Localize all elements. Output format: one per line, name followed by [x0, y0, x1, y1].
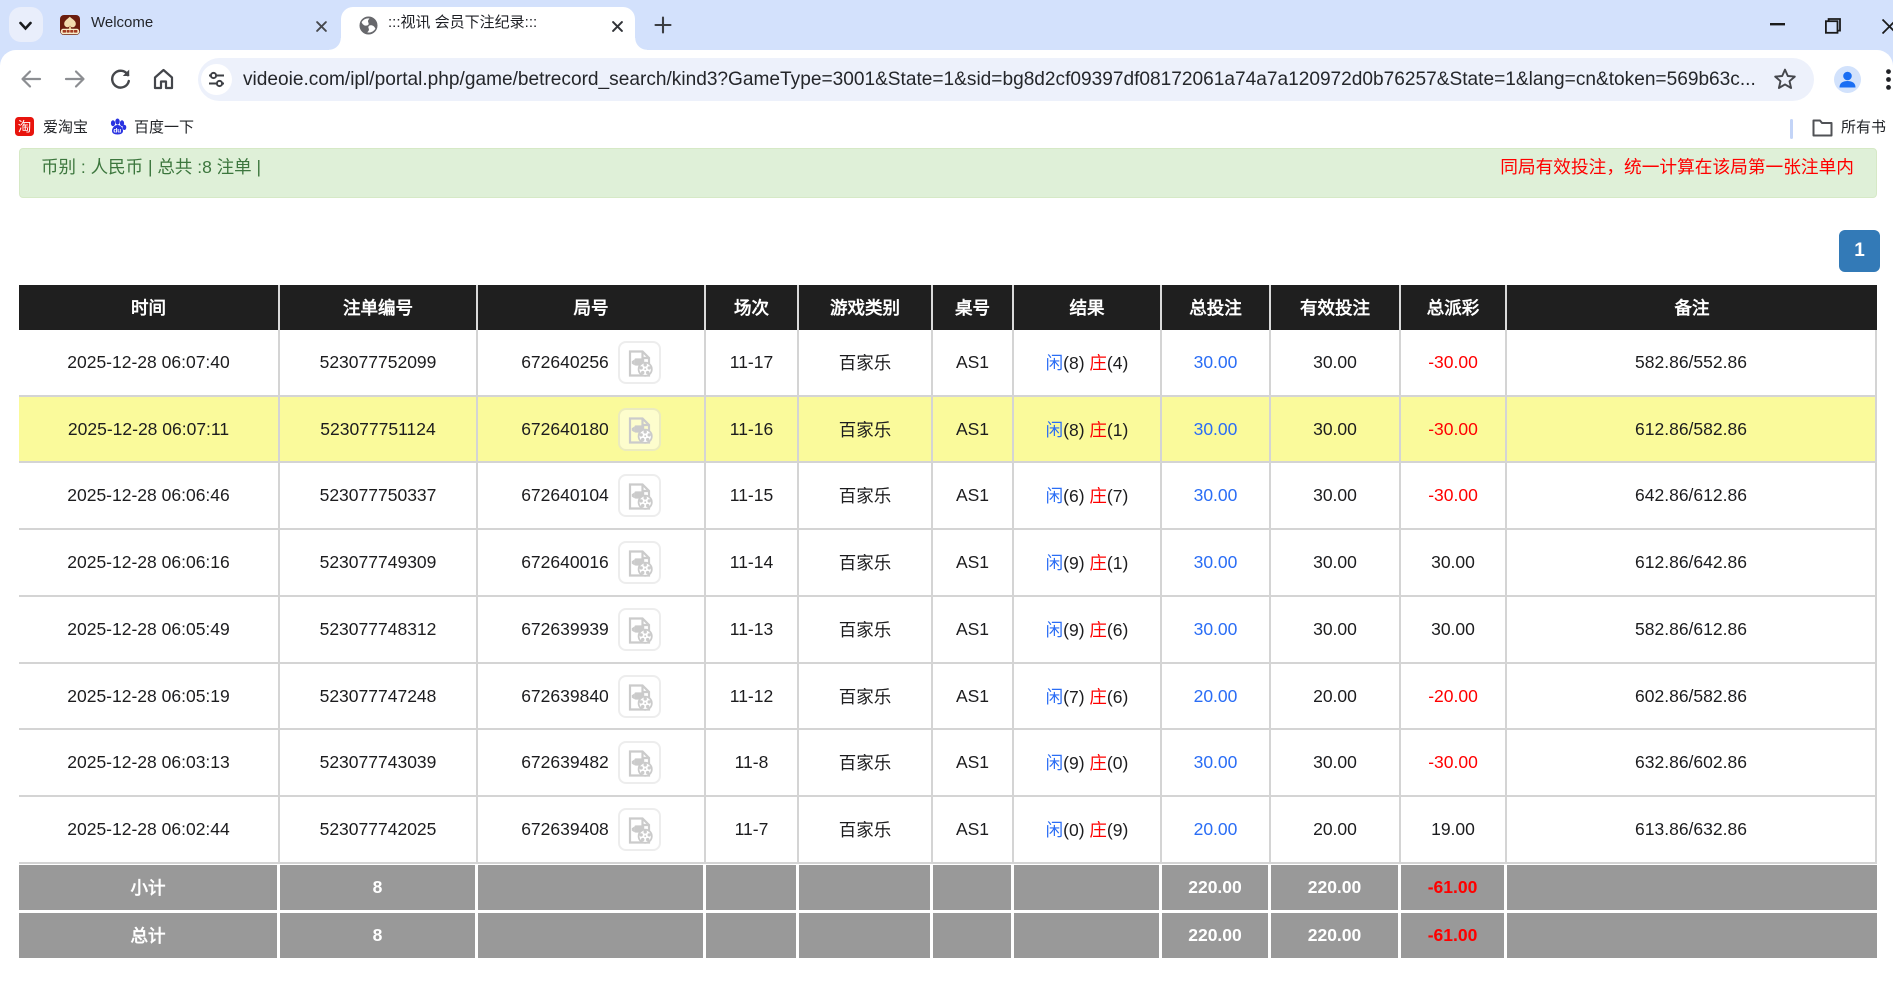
svg-text:du: du [113, 128, 121, 135]
svg-text:淘: 淘 [18, 120, 32, 135]
